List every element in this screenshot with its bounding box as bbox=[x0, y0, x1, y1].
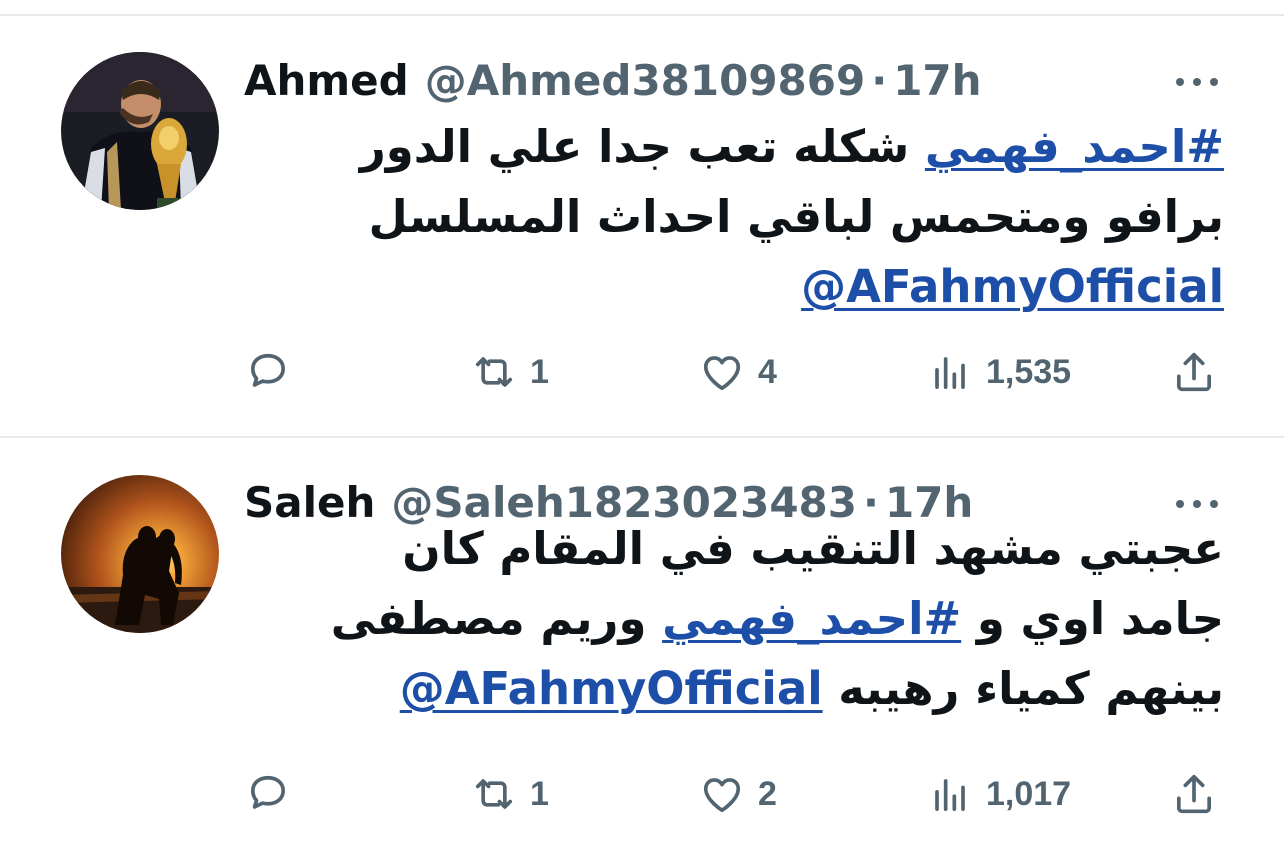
more-options-button[interactable] bbox=[1172, 72, 1222, 92]
bar-chart-icon bbox=[935, 357, 965, 390]
views-button[interactable]: 1,017 bbox=[924, 764, 1071, 824]
three-dots-icon bbox=[1176, 500, 1184, 508]
retweet-button[interactable]: 1 bbox=[468, 342, 549, 402]
like-button[interactable]: 2 bbox=[696, 764, 777, 824]
three-dots-icon bbox=[1176, 78, 1184, 86]
tweet-header: Ahmed @Ahmed38109869 · 17h bbox=[244, 51, 982, 111]
tweet-line-text: بينهم كمياء رهيبه bbox=[822, 662, 1224, 715]
retweet-arrows-icon bbox=[475, 357, 513, 387]
three-dots-icon-dot bbox=[1193, 500, 1201, 508]
speech-bubble-icon bbox=[250, 353, 286, 387]
share-upload-icon bbox=[1176, 774, 1212, 814]
mention-link[interactable]: @AFahmyOfficial bbox=[801, 260, 1224, 313]
more-options-button[interactable] bbox=[1172, 494, 1222, 514]
like-button[interactable]: 4 bbox=[696, 342, 777, 402]
tweet-line: بينهم كمياء رهيبه @AFahmyOfficial bbox=[331, 654, 1224, 724]
tweet-text: عجبتي مشهد التنقيب في المقام كان جامد او… bbox=[331, 514, 1224, 724]
heart-outline-icon bbox=[703, 356, 741, 391]
separator-dot: · bbox=[871, 56, 888, 105]
heart-outline-icon bbox=[703, 778, 741, 813]
avatar-photo-icon bbox=[61, 475, 219, 633]
reply-button[interactable] bbox=[242, 764, 304, 824]
mention-link[interactable]: @AFahmyOfficial bbox=[400, 662, 823, 715]
tweet-line-text: وريم مصطفى bbox=[330, 592, 663, 645]
retweet-arrows-icon bbox=[475, 779, 513, 809]
hashtag-link[interactable]: #احمد_فهمي bbox=[662, 592, 961, 645]
three-dots-icon-dot bbox=[1210, 78, 1218, 86]
avatar-photo-icon bbox=[61, 52, 219, 210]
bar-chart-icon bbox=[935, 779, 965, 812]
reply-button[interactable] bbox=[242, 342, 304, 402]
hashtag-link[interactable]: #احمد_فهمي bbox=[925, 120, 1224, 173]
speech-bubble-icon bbox=[250, 775, 286, 809]
three-dots-icon-dot bbox=[1210, 500, 1218, 508]
timestamp[interactable]: 17h bbox=[893, 51, 981, 111]
retweet-button[interactable]: 1 bbox=[468, 764, 549, 824]
tweet-line-text: جامد اوي و bbox=[961, 592, 1224, 645]
tweet-actions: 1 2 1,017 bbox=[240, 764, 1230, 824]
like-count: 4 bbox=[758, 352, 777, 391]
tweet-card[interactable]: Ahmed @Ahmed38109869 · 17h #احمد_فهمي شك… bbox=[0, 16, 1284, 436]
tweet-card[interactable]: Saleh @Saleh1823023483 · 17h عجبتي مشهد … bbox=[0, 438, 1284, 860]
tweet-line: عجبتي مشهد التنقيب في المقام كان bbox=[402, 522, 1224, 575]
tweet-actions: 1 4 1,535 bbox=[240, 342, 1230, 402]
tweet-line: @AFahmyOfficial bbox=[360, 252, 1224, 322]
like-count: 2 bbox=[758, 774, 777, 813]
views-button[interactable]: 1,535 bbox=[924, 342, 1071, 402]
retweet-count: 1 bbox=[530, 352, 549, 391]
tweet-text: #احمد_فهمي شكله تعب جدا علي الدور برافو … bbox=[360, 112, 1224, 322]
retweet-count: 1 bbox=[530, 774, 549, 813]
tweet-line: #احمد_فهمي شكله تعب جدا علي الدور bbox=[360, 112, 1224, 182]
three-dots-icon-dot bbox=[1193, 78, 1201, 86]
tweet-line-text: شكله تعب جدا علي الدور bbox=[359, 120, 925, 173]
avatar[interactable] bbox=[61, 52, 219, 210]
views-count: 1,017 bbox=[986, 774, 1072, 813]
tweet-line: برافو ومتحمس لباقي احداث المسلسل bbox=[368, 190, 1224, 243]
share-upload-icon bbox=[1176, 352, 1212, 392]
tweet-line: جامد اوي و #احمد_فهمي وريم مصطفى bbox=[331, 584, 1224, 654]
avatar[interactable] bbox=[61, 475, 219, 633]
views-count: 1,535 bbox=[986, 352, 1072, 391]
display-name[interactable]: Ahmed bbox=[244, 51, 409, 111]
user-handle[interactable]: @Ahmed38109869 bbox=[425, 51, 866, 111]
share-button[interactable] bbox=[1168, 764, 1220, 824]
share-button[interactable] bbox=[1168, 342, 1220, 402]
